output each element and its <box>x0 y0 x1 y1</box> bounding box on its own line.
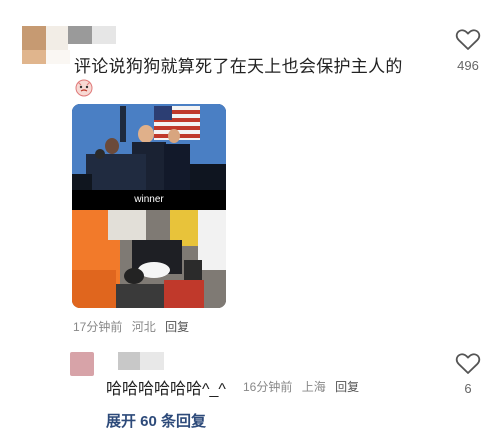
avatar <box>22 26 46 50</box>
crying-face-emoji-icon <box>75 79 93 97</box>
expand-replies-link[interactable]: 展开 60 条回复 <box>106 410 206 431</box>
reply-username-mosaic[interactable] <box>118 352 140 370</box>
like-heart-icon[interactable] <box>455 28 481 52</box>
reply-location: 上海 <box>301 380 326 394</box>
photo-top-panel <box>72 104 226 190</box>
comment-meta: 17分钟前 河北 回复 <box>73 318 195 335</box>
reply-like-heart-icon[interactable] <box>455 352 481 376</box>
comment-location: 河北 <box>131 320 156 334</box>
reply-like-count: 6 <box>464 381 472 396</box>
comment-time: 17分钟前 <box>73 320 123 334</box>
image-caption: winner <box>72 190 226 210</box>
reply-reply-button[interactable]: 回复 <box>335 380 359 394</box>
reply-meta: 16分钟前 上海 回复 <box>243 378 365 395</box>
photo-bottom-panel <box>72 210 226 308</box>
comment-image[interactable]: winner <box>72 104 226 308</box>
reply-time: 16分钟前 <box>243 380 293 394</box>
comment-text: 评论说狗狗就算死了在天上也会保护主人的 <box>74 57 403 76</box>
like-count: 496 <box>457 58 479 73</box>
reply-button[interactable]: 回复 <box>165 320 189 334</box>
reply-avatar[interactable] <box>70 352 94 376</box>
reply-text: 哈哈哈哈哈哈^_^ <box>106 381 226 398</box>
